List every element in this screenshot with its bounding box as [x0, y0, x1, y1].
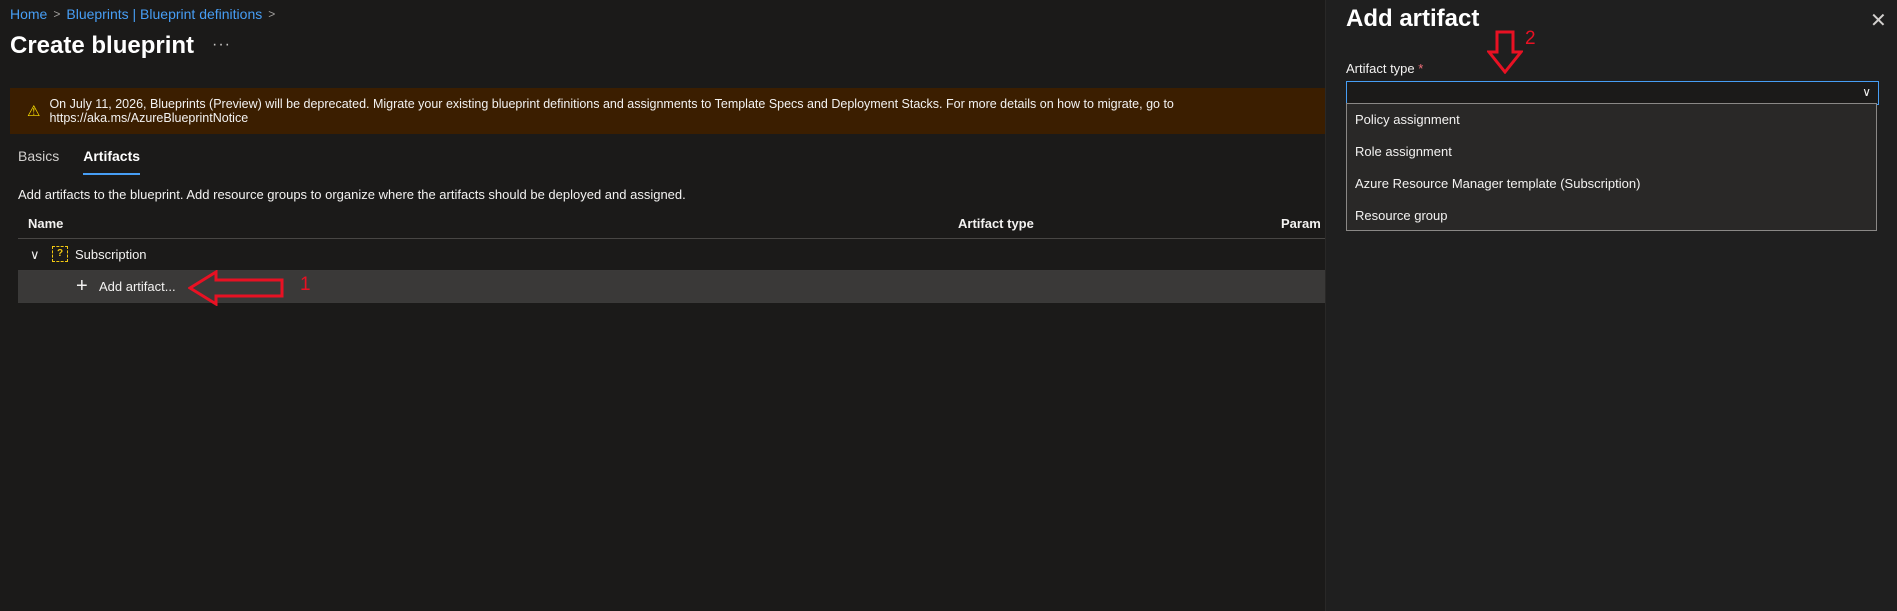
- warning-icon: ⚠: [27, 103, 41, 120]
- annotation-number-1: 1: [300, 274, 311, 295]
- annotation-arrow-left: [188, 270, 284, 306]
- option-policy-assignment[interactable]: Policy assignment: [1347, 104, 1876, 136]
- page-title: Create blueprint: [10, 32, 195, 59]
- banner-text: On July 11, 2026, Blueprints (Preview) w…: [49, 97, 1174, 125]
- panel-title: Add artifact: [1346, 5, 1480, 32]
- breadcrumb-blueprints-link[interactable]: Blueprints | Blueprint definitions: [66, 6, 262, 22]
- add-artifact-panel: Add artifact ✕ 2 Artifact type * ∨ Polic…: [1325, 0, 1897, 611]
- option-role-assignment[interactable]: Role assignment: [1347, 136, 1876, 168]
- annotation-arrow-down: [1487, 30, 1523, 74]
- option-arm-template[interactable]: Azure Resource Manager template (Subscri…: [1347, 168, 1876, 200]
- breadcrumb: Home > Blueprints | Blueprint definition…: [10, 6, 275, 22]
- add-artifact-link[interactable]: Add artifact...: [99, 279, 176, 294]
- option-resource-group[interactable]: Resource group: [1347, 200, 1876, 232]
- subscription-icon: ?: [52, 246, 68, 262]
- table-header: Name Artifact type Param: [18, 210, 1325, 239]
- chevron-down-icon[interactable]: ∨: [30, 247, 40, 263]
- required-mark: *: [1418, 61, 1424, 76]
- more-options-icon[interactable]: ···: [212, 36, 231, 54]
- tab-basics[interactable]: Basics: [18, 148, 59, 175]
- tab-bar: Basics Artifacts: [18, 148, 164, 175]
- main-content: Home > Blueprints | Blueprint definition…: [0, 0, 1325, 611]
- plus-icon: +: [76, 275, 88, 297]
- artifact-type-dropdown: Policy assignment Role assignment Azure …: [1346, 103, 1877, 231]
- chevron-right-icon: >: [268, 7, 276, 21]
- chevron-right-icon: >: [53, 7, 61, 21]
- artifact-type-select[interactable]: ∨: [1346, 81, 1879, 105]
- column-header-name: Name: [28, 216, 64, 231]
- artifact-type-label: Artifact type *: [1346, 61, 1423, 76]
- close-icon[interactable]: ✕: [1870, 8, 1887, 33]
- annotation-number-2: 2: [1525, 28, 1536, 49]
- subscription-label: Subscription: [75, 247, 147, 262]
- table-row-subscription[interactable]: ∨ ? Subscription: [18, 239, 1325, 271]
- column-header-artifact-type: Artifact type: [958, 216, 1034, 231]
- column-header-parameters: Param: [1281, 216, 1321, 231]
- chevron-down-icon[interactable]: ∨: [1862, 85, 1871, 99]
- deprecation-banner: ⚠ On July 11, 2026, Blueprints (Preview)…: [10, 88, 1325, 134]
- tab-artifacts[interactable]: Artifacts: [83, 148, 141, 175]
- artifacts-description: Add artifacts to the blueprint. Add reso…: [18, 187, 686, 202]
- breadcrumb-home-link[interactable]: Home: [10, 6, 47, 22]
- artifact-type-label-text: Artifact type: [1346, 61, 1415, 76]
